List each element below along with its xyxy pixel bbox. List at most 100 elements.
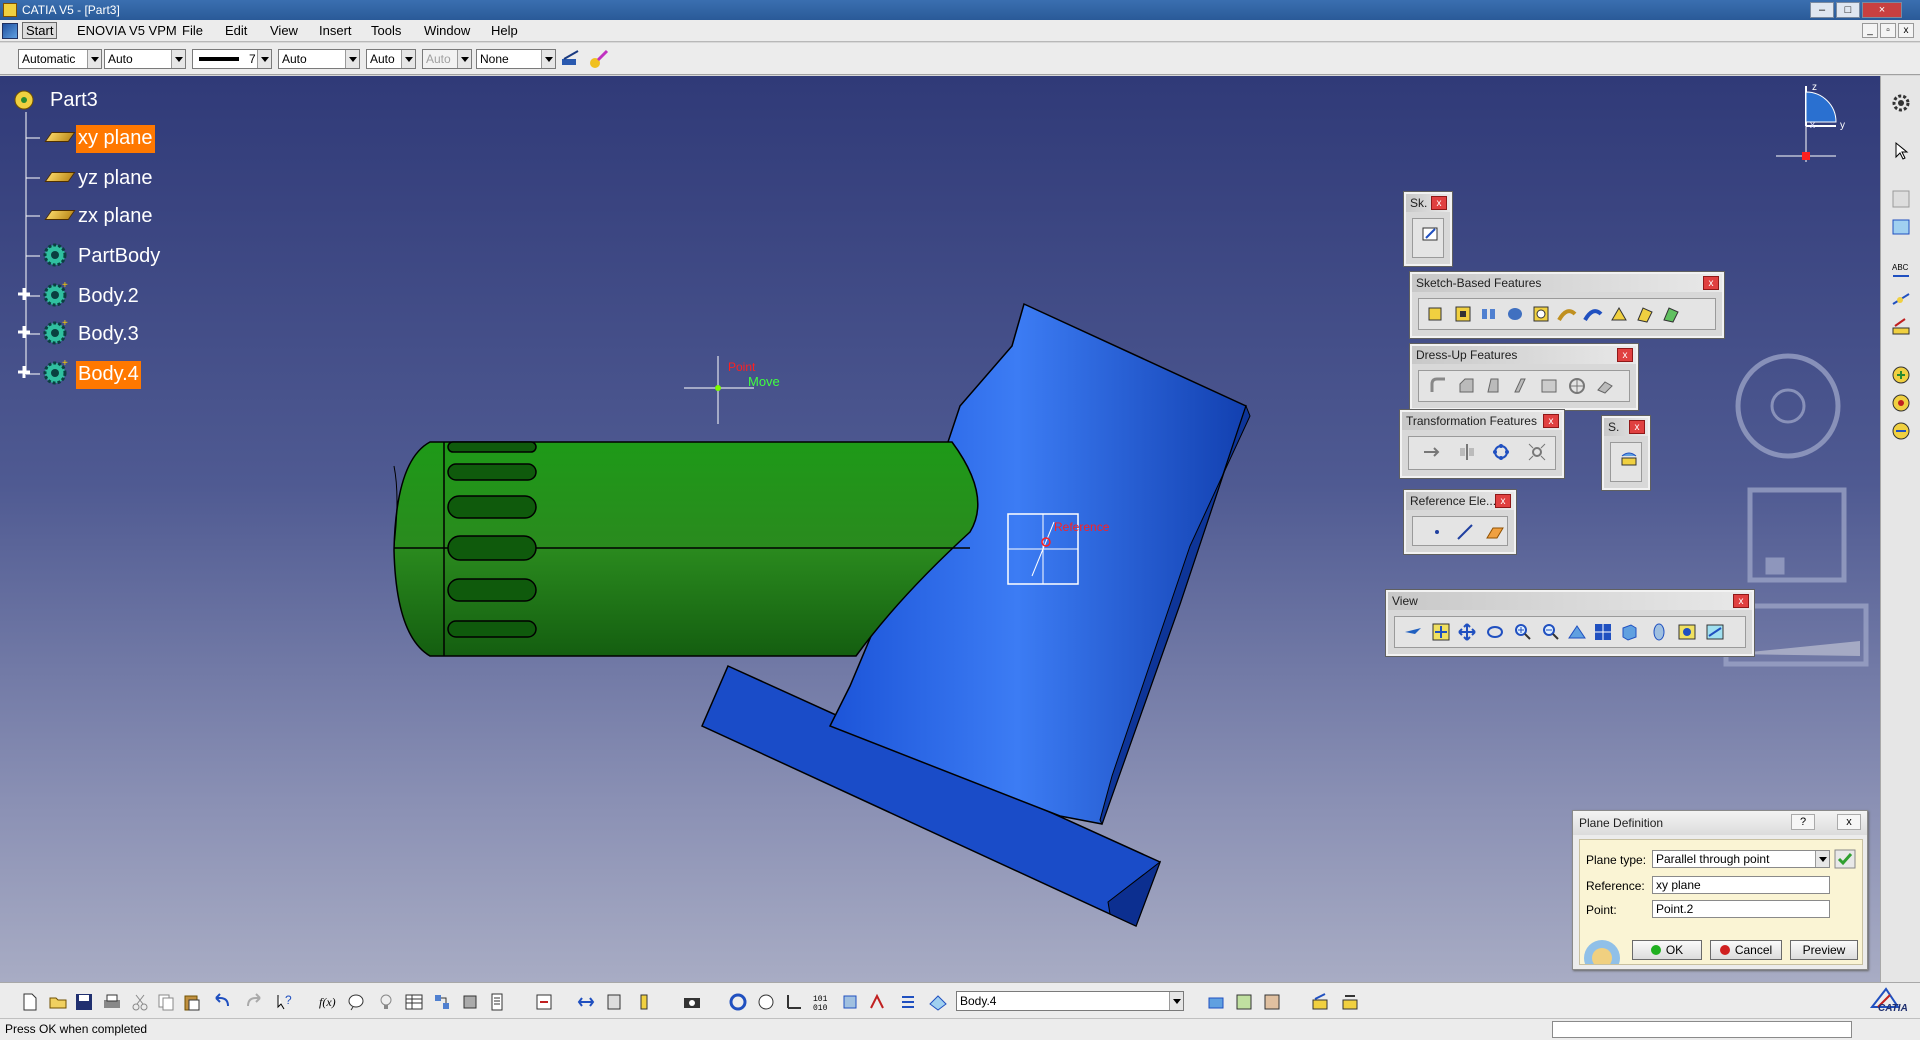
- open-folder-icon[interactable]: [48, 992, 68, 1012]
- new-file-icon[interactable]: [20, 992, 40, 1012]
- expand-icon[interactable]: [16, 286, 32, 302]
- doc-minimize-button[interactable]: _: [1862, 23, 1878, 38]
- list-options-icon[interactable]: [898, 992, 918, 1012]
- color-select[interactable]: Automatic: [18, 49, 102, 69]
- update-icon[interactable]: [534, 992, 554, 1012]
- minimize-button[interactable]: –: [1810, 2, 1834, 18]
- painter-brush-icon[interactable]: [588, 48, 610, 70]
- stiffener-icon[interactable]: [1609, 304, 1629, 324]
- design-table-icon[interactable]: [404, 992, 424, 1012]
- sketcher-toolbar[interactable]: Sk. x: [1403, 191, 1453, 267]
- close-icon[interactable]: x: [1629, 420, 1645, 434]
- normal-view-icon[interactable]: [1567, 622, 1587, 642]
- remove-face-icon[interactable]: [1595, 376, 1615, 396]
- pattern-icon[interactable]: [1491, 442, 1511, 462]
- copy-icon[interactable]: [156, 992, 176, 1012]
- surface-based-toolbar[interactable]: S. x: [1601, 415, 1651, 491]
- close-icon[interactable]: x: [1703, 276, 1719, 290]
- slot-icon[interactable]: [1583, 304, 1603, 324]
- close-icon[interactable]: x: [1617, 348, 1633, 362]
- snap-icon[interactable]: [1890, 216, 1912, 238]
- multi-view-icon[interactable]: [1593, 622, 1613, 642]
- publication-icon[interactable]: [488, 992, 508, 1012]
- save-icon[interactable]: [74, 992, 94, 1012]
- groove-icon[interactable]: [1505, 304, 1525, 324]
- hide-show-icon[interactable]: [1677, 622, 1697, 642]
- redo-icon[interactable]: [244, 992, 264, 1012]
- reference-elements-toolbar[interactable]: Reference Ele... x: [1403, 489, 1517, 555]
- axis-system-icon[interactable]: [576, 992, 596, 1012]
- current-body-select[interactable]: Body.4: [956, 991, 1184, 1011]
- knowledge-advisor-icon[interactable]: [346, 992, 366, 1012]
- print-icon[interactable]: [102, 992, 122, 1012]
- zoom-out-icon[interactable]: [1541, 622, 1561, 642]
- expand-icon[interactable]: [16, 364, 32, 380]
- multi-section-solid-icon[interactable]: [1635, 304, 1655, 324]
- split-icon[interactable]: [1619, 448, 1639, 468]
- lock-plane-icon[interactable]: [1834, 849, 1856, 869]
- fly-navigation-icon[interactable]: [728, 992, 748, 1012]
- shaft-icon[interactable]: [1479, 304, 1499, 324]
- dress-up-features-toolbar[interactable]: Dress-Up Features x: [1409, 343, 1639, 411]
- hole-icon[interactable]: [1531, 304, 1551, 324]
- sketch-grid-icon[interactable]: [1890, 188, 1912, 210]
- sketch-based-features-toolbar[interactable]: Sketch-Based Features x: [1409, 271, 1725, 339]
- cut-icon[interactable]: [130, 992, 150, 1012]
- rib-icon[interactable]: [1557, 304, 1577, 324]
- assemble-icon[interactable]: [1234, 992, 1254, 1012]
- fly-mode-icon[interactable]: [1403, 622, 1423, 642]
- menu-tools[interactable]: Tools: [368, 23, 404, 38]
- close-icon[interactable]: x: [1543, 414, 1559, 428]
- point-type-select[interactable]: Auto: [366, 49, 416, 69]
- catalog-icon[interactable]: [432, 992, 452, 1012]
- doc-restore-button[interactable]: ▫: [1880, 23, 1896, 38]
- menu-enovia[interactable]: ENOVIA V5 VPM: [74, 23, 180, 38]
- chamfer-icon[interactable]: [1457, 376, 1477, 396]
- hand-tool-icon[interactable]: [756, 992, 776, 1012]
- pan-icon[interactable]: [1457, 622, 1477, 642]
- boolean-remove-icon[interactable]: [1890, 392, 1912, 414]
- body-selector-icon[interactable]: [928, 992, 948, 1012]
- apply-material-icon[interactable]: [1310, 992, 1330, 1012]
- whats-this-icon[interactable]: ?: [274, 992, 294, 1012]
- line-icon[interactable]: [1455, 522, 1475, 542]
- line-type-select[interactable]: Auto: [278, 49, 360, 69]
- axes-icon[interactable]: [784, 992, 804, 1012]
- pocket-icon[interactable]: [1453, 304, 1473, 324]
- translation-icon[interactable]: [1421, 442, 1441, 462]
- command-input[interactable]: [1552, 1021, 1852, 1038]
- sketch-icon[interactable]: [1421, 224, 1441, 244]
- capture-camera-icon[interactable]: [682, 992, 702, 1012]
- formula-icon[interactable]: f(x): [318, 992, 338, 1012]
- menu-edit[interactable]: Edit: [222, 23, 250, 38]
- close-button[interactable]: ×: [1862, 2, 1902, 18]
- undo-icon[interactable]: [212, 992, 232, 1012]
- maximize-button[interactable]: □: [1836, 2, 1860, 18]
- menu-start[interactable]: Start: [22, 22, 58, 39]
- plane-icon[interactable]: [1485, 522, 1505, 542]
- measure-inertia-icon[interactable]: [634, 992, 654, 1012]
- shell-icon[interactable]: [1511, 376, 1531, 396]
- swap-visible-space-icon[interactable]: [1705, 622, 1725, 642]
- menu-insert[interactable]: Insert: [316, 23, 355, 38]
- view-toolbar[interactable]: View x: [1385, 589, 1755, 657]
- reference-input[interactable]: xy plane: [1652, 876, 1830, 894]
- fillet-icon[interactable]: [1429, 376, 1449, 396]
- removed-multi-section-icon[interactable]: [1661, 304, 1681, 324]
- expand-icon[interactable]: [16, 324, 32, 340]
- instantiate-icon[interactable]: [460, 992, 480, 1012]
- text-annotation-icon[interactable]: ABC: [1890, 260, 1912, 282]
- boolean-intersect-icon[interactable]: [1890, 420, 1912, 442]
- mirror-icon[interactable]: [1457, 442, 1477, 462]
- boolean-add-icon[interactable]: [1890, 364, 1912, 386]
- layer-select[interactable]: None: [476, 49, 556, 69]
- close-icon[interactable]: x: [1733, 594, 1749, 608]
- menu-view[interactable]: View: [267, 23, 301, 38]
- pad-icon[interactable]: [1425, 304, 1445, 324]
- preview-button[interactable]: Preview: [1790, 940, 1858, 960]
- lightbulb-icon[interactable]: [376, 992, 396, 1012]
- menu-help[interactable]: Help: [488, 23, 521, 38]
- boolean-operation-icon[interactable]: [1206, 992, 1226, 1012]
- rotate-icon[interactable]: [1485, 622, 1505, 642]
- close-icon[interactable]: x: [1495, 494, 1511, 508]
